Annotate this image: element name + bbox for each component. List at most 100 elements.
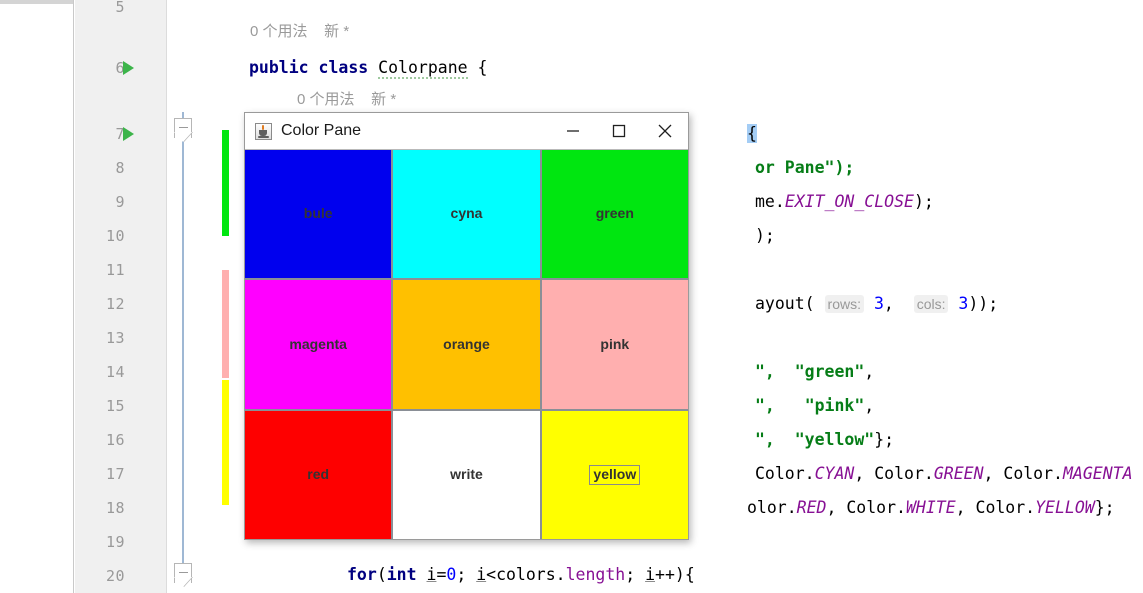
dialog-titlebar[interactable]: Color Pane — [245, 113, 688, 149]
usage-hint-method[interactable]: 0 个用法 新 * — [297, 90, 396, 110]
token-string-partial: ", — [755, 430, 775, 449]
run-gutter-icon[interactable] — [123, 61, 134, 75]
token-ident: , Color. — [826, 498, 906, 517]
token-static-cyan: CYAN — [814, 464, 855, 483]
gutter-line: 11 — [75, 253, 167, 287]
token-var-i: i — [426, 565, 437, 584]
color-preview-stripe-yellow — [222, 380, 229, 505]
fold-marker-tail — [175, 132, 193, 142]
cup-body — [259, 129, 267, 136]
color-cell-green[interactable]: green — [541, 150, 688, 279]
code-line-13: ayout( rows: 3, cols: 3)); — [755, 287, 998, 321]
line-number: 19 — [105, 533, 125, 551]
ide-window: 5 6 7 8 9 10 11 12 13 14 15 16 17 18 19 … — [0, 0, 1143, 593]
close-icon[interactable] — [642, 113, 688, 149]
token-number-cols: 3 — [958, 294, 969, 313]
code-line-6: public class Colorpane { — [249, 51, 487, 85]
token-punct: ); — [913, 192, 934, 211]
color-cell-yellow[interactable]: yellow — [541, 410, 688, 539]
java-coffee-cup-icon — [255, 122, 272, 140]
token-punct: ); — [755, 226, 775, 245]
line-number: 8 — [115, 159, 125, 177]
token-brace: { — [477, 58, 488, 77]
gutter-line: 13 — [75, 321, 167, 355]
color-cell-cyna[interactable]: cyna — [393, 150, 540, 279]
token-number-rows: 3 — [873, 294, 884, 313]
color-cell-orange[interactable]: orange — [393, 280, 540, 409]
gutter-line: 17 — [75, 457, 167, 491]
token-static-white: WHITE — [905, 498, 956, 517]
dialog-title: Color Pane — [281, 122, 362, 139]
fold-marker-tail-inner — [176, 577, 192, 585]
run-gutter-icon[interactable] — [123, 127, 134, 141]
token-string-partial: ", — [755, 362, 775, 381]
color-cell-bule[interactable]: bule — [245, 150, 392, 279]
minimize-icon[interactable] — [550, 113, 596, 149]
color-cell-label: red — [307, 466, 330, 483]
gutter-line: 5 — [75, 0, 167, 24]
code-line-11: ); — [755, 219, 775, 253]
token-field-length: length — [565, 565, 626, 584]
gutter-line: 18 — [75, 491, 167, 525]
token-static-red: RED — [796, 498, 827, 517]
token-static-const: EXIT_ON_CLOSE — [784, 192, 914, 211]
gutter-line: 19 — [75, 525, 167, 559]
gutter-line: 16 — [75, 423, 167, 457]
color-cell-pink[interactable]: pink — [541, 280, 688, 409]
token-keyword-for: for — [347, 565, 377, 584]
line-number: 14 — [105, 363, 125, 381]
editor-gutter[interactable]: 5 6 7 8 9 10 11 12 13 14 15 16 17 18 19 … — [75, 0, 167, 593]
maximize-icon[interactable] — [596, 113, 642, 149]
token-ident: , Color. — [955, 498, 1036, 517]
color-cell-magenta[interactable]: magenta — [245, 280, 392, 409]
token-var-i: i — [645, 565, 656, 584]
fold-marker-line20[interactable] — [174, 563, 193, 587]
window-controls — [550, 113, 688, 149]
color-cell-write[interactable]: write — [393, 410, 540, 539]
token-punct: )); — [968, 294, 999, 313]
color-cell-red[interactable]: red — [245, 410, 392, 539]
code-line-20: for(int i=0; i<colors.length; i++){ — [347, 558, 695, 592]
line-number: 12 — [105, 295, 125, 313]
code-line-17: ", "yellow"}; — [755, 423, 894, 457]
line-number: 18 — [105, 499, 125, 517]
color-cell-label: green — [595, 205, 634, 222]
fold-collapse-icon — [179, 572, 188, 573]
token-ident: me. — [755, 192, 785, 211]
token-var-colors: colors — [496, 565, 556, 584]
token-punct: }; — [874, 430, 895, 449]
line-number: 13 — [105, 329, 125, 347]
token-dot: . — [555, 565, 566, 584]
code-fold-strip[interactable] — [167, 0, 222, 593]
token-comma: , — [883, 294, 894, 313]
token-assign: = — [436, 565, 447, 584]
color-pane-dialog[interactable]: Color Pane bule cyna green magenta orang… — [244, 112, 689, 540]
code-line-16: ", "pink", — [755, 389, 874, 423]
fold-collapse-icon — [179, 127, 188, 128]
param-hint-rows: rows: — [824, 295, 864, 313]
token-lt: < — [486, 565, 497, 584]
gutter-line: 7 — [75, 117, 167, 151]
token-class-name: Colorpane — [378, 58, 468, 79]
token-ident: olor. — [747, 498, 797, 517]
token-paren: ( — [376, 565, 387, 584]
fold-marker-line7[interactable] — [174, 118, 193, 142]
color-cell-label: yellow — [589, 465, 641, 485]
color-grid: bule cyna green magenta orange pink red … — [245, 149, 688, 539]
color-cell-label: pink — [600, 335, 630, 352]
token-string-tail: or Pane"); — [755, 158, 855, 177]
left-panel-topbar — [0, 0, 73, 4]
token-keyword-int: int — [386, 565, 417, 584]
gutter-line: 20 — [75, 559, 167, 593]
gutter-line: 9 — [75, 185, 167, 219]
usage-hint-class[interactable]: 0 个用法 新 * — [250, 22, 349, 42]
color-cell-label: magenta — [289, 335, 347, 352]
token-number-zero: 0 — [446, 565, 457, 584]
